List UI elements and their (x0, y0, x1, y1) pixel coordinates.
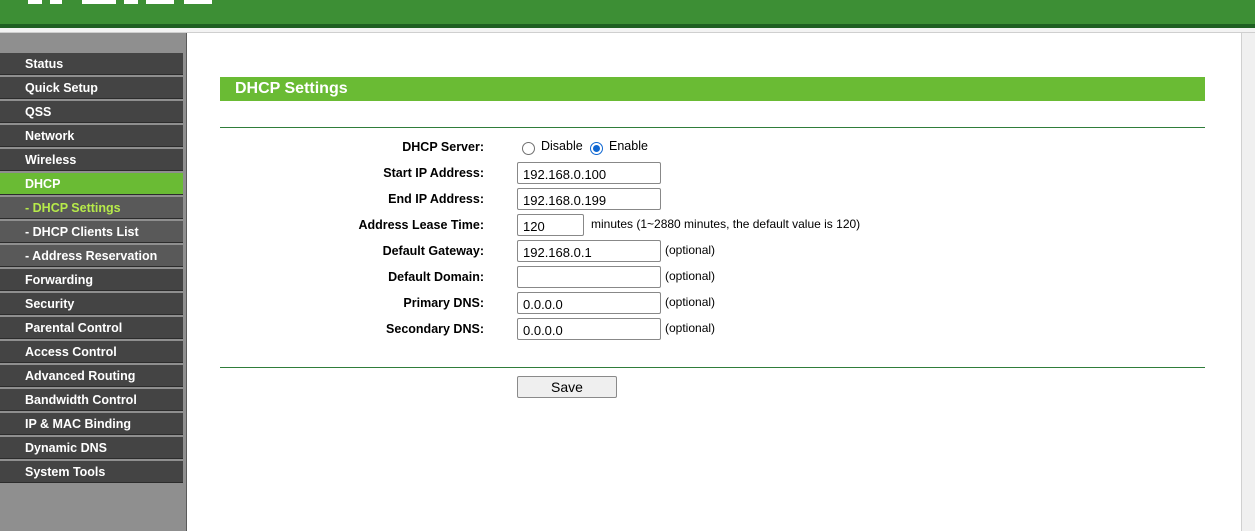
default-domain-input[interactable] (517, 266, 661, 288)
section-divider-top (220, 127, 1205, 128)
start-ip-label: Start IP Address: (383, 166, 484, 180)
dhcp-enable-label: Enable (609, 139, 648, 153)
primary-dns-label: Primary DNS: (403, 296, 484, 310)
lease-time-hint: minutes (1~2880 minutes, the default val… (591, 217, 861, 231)
sidebar-item-security[interactable]: Security (0, 293, 183, 315)
lease-time-input[interactable] (517, 214, 584, 236)
sidebar-item-access-control[interactable]: Access Control (0, 341, 183, 363)
secondary-dns-hint: (optional) (665, 321, 716, 335)
sidebar-item-qss[interactable]: QSS (0, 101, 183, 123)
dhcp-server-label: DHCP Server: (402, 140, 484, 154)
page-title: DHCP Settings (220, 77, 1205, 101)
sidebar-item-network[interactable]: Network (0, 125, 183, 147)
sidebar-item-system-tools[interactable]: System Tools (0, 461, 183, 483)
sidebar-item-ip-mac-binding[interactable]: IP & MAC Binding (0, 413, 183, 435)
sidebar-item-quick-setup[interactable]: Quick Setup (0, 77, 183, 99)
sidebar-item-advanced-routing[interactable]: Advanced Routing (0, 365, 183, 387)
default-domain-hint: (optional) (665, 269, 716, 283)
top-banner (0, 0, 1255, 24)
sidebar-item-address-reservation[interactable]: - Address Reservation (0, 245, 183, 267)
section-divider-bottom (220, 367, 1205, 368)
sidebar-item-dhcp-settings[interactable]: - DHCP Settings (0, 197, 183, 219)
end-ip-input[interactable] (517, 188, 661, 210)
primary-dns-hint: (optional) (665, 295, 716, 309)
primary-dns-input[interactable] (517, 292, 661, 314)
sidebar-item-forwarding[interactable]: Forwarding (0, 269, 183, 291)
sidebar-item-dhcp-clients-list[interactable]: - DHCP Clients List (0, 221, 183, 243)
default-gateway-label: Default Gateway: (382, 244, 484, 258)
dhcp-enable-radio[interactable] (590, 142, 603, 155)
default-gateway-hint: (optional) (665, 243, 716, 257)
end-ip-label: End IP Address: (388, 192, 484, 206)
dhcp-disable-label: Disable (541, 139, 583, 153)
right-edge-strip (1241, 33, 1255, 531)
default-gateway-input[interactable] (517, 240, 661, 262)
save-button[interactable]: Save (517, 376, 617, 398)
sidebar-item-bandwidth-control[interactable]: Bandwidth Control (0, 389, 183, 411)
lease-time-label: Address Lease Time: (358, 218, 484, 232)
brand-logo (22, 0, 222, 6)
sidebar-item-parental-control[interactable]: Parental Control (0, 317, 183, 339)
sidebar: Status Quick Setup QSS Network Wireless DHCP -… (0, 33, 187, 531)
sidebar-item-dynamic-dns[interactable]: Dynamic DNS (0, 437, 183, 459)
default-domain-label: Default Domain: (388, 270, 484, 284)
secondary-dns-input[interactable] (517, 318, 661, 340)
sidebar-item-status[interactable]: Status (0, 53, 183, 75)
sidebar-item-dhcp[interactable]: DHCP (0, 173, 183, 195)
start-ip-input[interactable] (517, 162, 661, 184)
secondary-dns-label: Secondary DNS: (386, 322, 484, 336)
dhcp-disable-radio[interactable] (522, 142, 535, 155)
sidebar-item-wireless[interactable]: Wireless (0, 149, 183, 171)
